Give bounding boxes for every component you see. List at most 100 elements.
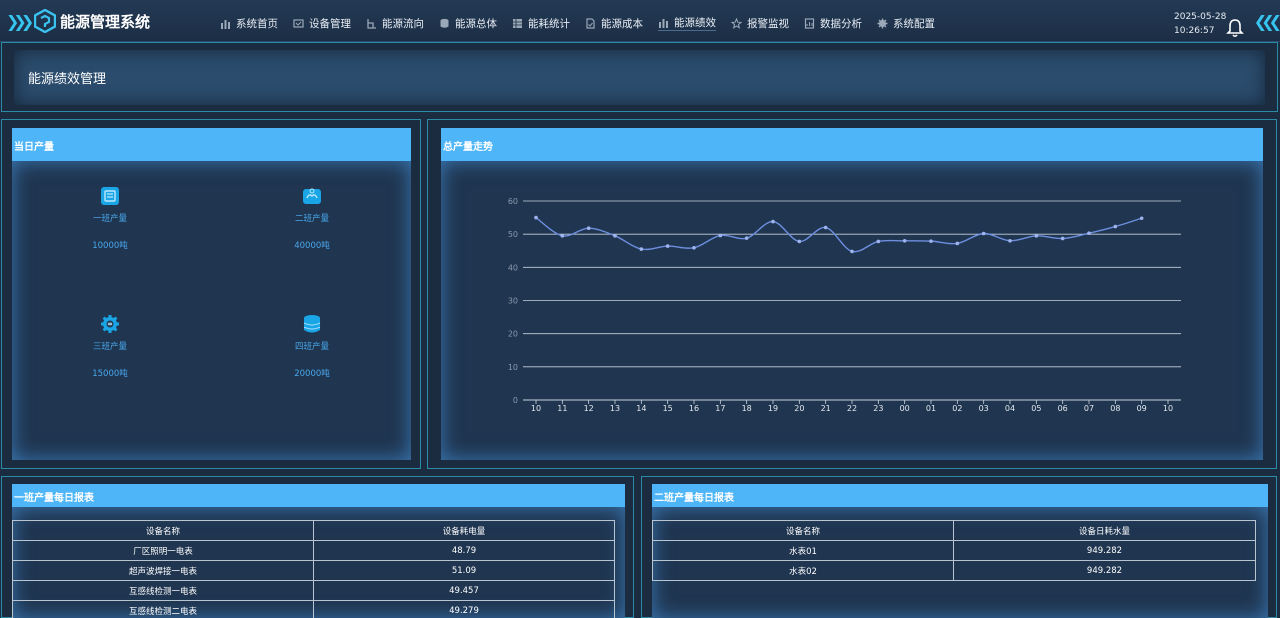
data-point <box>613 234 617 238</box>
data-point <box>876 239 881 244</box>
data-point <box>771 219 775 224</box>
chevron-decoration-right-icon: ❮❮❮ <box>1253 12 1280 31</box>
column-header: 设备名称 <box>652 520 954 541</box>
stat-shift-1-label: 一班产量 <box>92 214 127 224</box>
column-header: 设备耗电量 <box>313 520 615 541</box>
stat-shift-3-label: 三班产量 <box>92 342 127 352</box>
current-time: 10:26:57 <box>1174 26 1215 36</box>
stat-shift-2-value: 40000吨 <box>294 241 330 251</box>
table-cell: 49.279 <box>313 600 615 618</box>
data-point <box>797 239 802 244</box>
nav-item-flow[interactable]: 能源流向 <box>366 15 424 31</box>
grid-icon <box>513 18 522 28</box>
x-tick-label: 02 <box>952 404 962 413</box>
stat-shift-1: 一班产量 10000吨 <box>50 186 170 251</box>
data-point <box>639 247 644 251</box>
app-title: 能源管理系统 <box>60 13 151 31</box>
x-tick-label: 17 <box>715 404 725 413</box>
x-tick-label: 01 <box>926 404 936 413</box>
data-point <box>560 234 565 238</box>
x-tick-label: 13 <box>610 404 620 413</box>
daily-output-panel: 当日产量 一班产量 10000吨 二班产量 40000吨 三班产量 15000吨… <box>1 119 421 469</box>
nav-item-config[interactable]: 系统配置 <box>877 15 935 31</box>
column-header: 设备名称 <box>12 520 314 541</box>
shift1-table: 设备名称 设备耗电量 厂区照明一电表 48.79 超声波焊接一电表 51.09 互感线检… <box>12 520 615 618</box>
gear-icon <box>101 315 119 333</box>
x-tick-label: 06 <box>1058 404 1068 413</box>
nav-item-device[interactable]: 设备管理 <box>293 15 351 31</box>
database-icon <box>440 18 449 28</box>
flow-icon <box>367 18 376 29</box>
table-cell: 水表01 <box>652 540 954 561</box>
hand-icon <box>303 188 321 204</box>
data-point <box>1087 231 1091 235</box>
trend-body: 0 10 20 30 40 50 60 10 11 12 13 14 15 16 17 18 19 20 21 22 2… <box>441 161 1263 460</box>
nav-item-performance[interactable]: 能源绩效 <box>658 15 716 31</box>
stat-shift-4: 四班产量 20000吨 <box>252 314 372 379</box>
data-point <box>586 226 591 230</box>
series-line <box>535 217 1142 253</box>
nav-item-alarm[interactable]: 报警监视 <box>731 15 789 31</box>
x-tick-label: 23 <box>873 404 883 413</box>
shift1-report-panel: 一班产量每日报表 设备名称 设备耗电量 厂区照明一电表 48.79 超声波焊接一电表… <box>1 476 634 618</box>
data-point <box>955 241 960 246</box>
bell-icon[interactable] <box>1226 18 1244 38</box>
table-cell: 互感线检测二电表 <box>12 600 314 618</box>
data-point <box>981 231 986 236</box>
nav-item-analysis[interactable]: 数据分析 <box>804 15 862 31</box>
y-tick-label: 30 <box>508 297 518 306</box>
device-icon <box>293 18 304 28</box>
data-point <box>1034 234 1039 238</box>
shift1-report-title: 一班产量每日报表 <box>14 493 94 504</box>
table-row: 水表02 949.282 <box>652 560 1256 581</box>
table-cell: 51.09 <box>313 560 615 581</box>
table-header-row: 设备名称 设备日耗水量 <box>652 520 1256 541</box>
x-tick-label: 03 <box>979 404 989 413</box>
data-point <box>744 236 749 240</box>
current-date: 2025-05-28 <box>1174 12 1227 22</box>
x-tick-label: 20 <box>794 404 804 413</box>
table-cell: 超声波焊接一电表 <box>12 560 314 581</box>
nav-item-cost[interactable]: 能源成本 <box>585 15 643 31</box>
y-tick-label: 10 <box>508 363 518 372</box>
app-logo-icon <box>34 9 56 33</box>
x-tick-label: 04 <box>1005 404 1015 413</box>
x-tick-label: 16 <box>689 404 699 413</box>
stat-shift-4-value: 20000吨 <box>294 369 330 379</box>
trend-title: 总产量走势 <box>443 142 493 153</box>
nav-item-overall[interactable]: 能源总体 <box>439 15 497 31</box>
page-title-bar: 能源绩效管理 <box>14 50 1265 105</box>
y-tick-label: 0 <box>513 396 518 405</box>
nav-item-statistics[interactable]: 能耗统计 <box>512 15 570 31</box>
main-nav: 系统首页 设备管理 能源流向 能源总体 能耗统计 能源成本 能源绩效 报警监视 <box>220 15 950 31</box>
x-tick-label: 10 <box>1163 404 1173 413</box>
table-cell: 49.457 <box>313 580 615 601</box>
page-title: 能源绩效管理 <box>28 72 107 87</box>
nav-item-home[interactable]: 系统首页 <box>220 15 278 31</box>
shift2-report-panel: 二班产量每日报表 设备名称 设备日耗水量 水表01 949.282 水表02 949.… <box>641 476 1277 618</box>
column-header: 设备日耗水量 <box>953 520 1256 541</box>
trend-header: 总产量走势 <box>441 128 1263 161</box>
data-point <box>534 215 538 220</box>
trend-panel: 总产量走势 0 10 20 30 40 50 60 10 11 12 13 14 15 16 17 18 19 2… <box>427 119 1277 469</box>
x-tick-label: 15 <box>663 404 673 413</box>
data-point <box>823 225 828 230</box>
x-tick-label: 12 <box>584 404 594 413</box>
top-bar: ❯❯❯ 能源管理系统 系统首页 设备管理 能源流向 能源总体 能耗统计 能源成本 <box>0 0 1280 42</box>
stat-shift-2: 二班产量 40000吨 <box>252 186 372 251</box>
data-point <box>1113 224 1118 229</box>
y-tick-label: 50 <box>508 230 518 239</box>
x-tick-label: 22 <box>847 404 857 413</box>
table-row: 互感线检测一电表 49.457 <box>12 580 615 601</box>
x-tick-label: 05 <box>1031 404 1041 413</box>
stat-shift-2-label: 二班产量 <box>294 214 329 224</box>
table-cell: 水表02 <box>652 560 954 581</box>
star-icon <box>731 17 742 29</box>
daily-output-body: 一班产量 10000吨 二班产量 40000吨 三班产量 15000吨 四班产量… <box>12 161 411 460</box>
shift1-report-body: 设备名称 设备耗电量 厂区照明一电表 48.79 超声波焊接一电表 51.09 互感线检… <box>12 507 625 618</box>
stat-shift-4-label: 四班产量 <box>294 342 329 352</box>
datetime: 2025-05-28 10:26:57 <box>1174 10 1226 38</box>
data-point <box>1060 236 1065 241</box>
chevron-decoration-left-icon: ❯❯❯ <box>6 12 34 31</box>
x-tick-label: 19 <box>768 404 778 413</box>
